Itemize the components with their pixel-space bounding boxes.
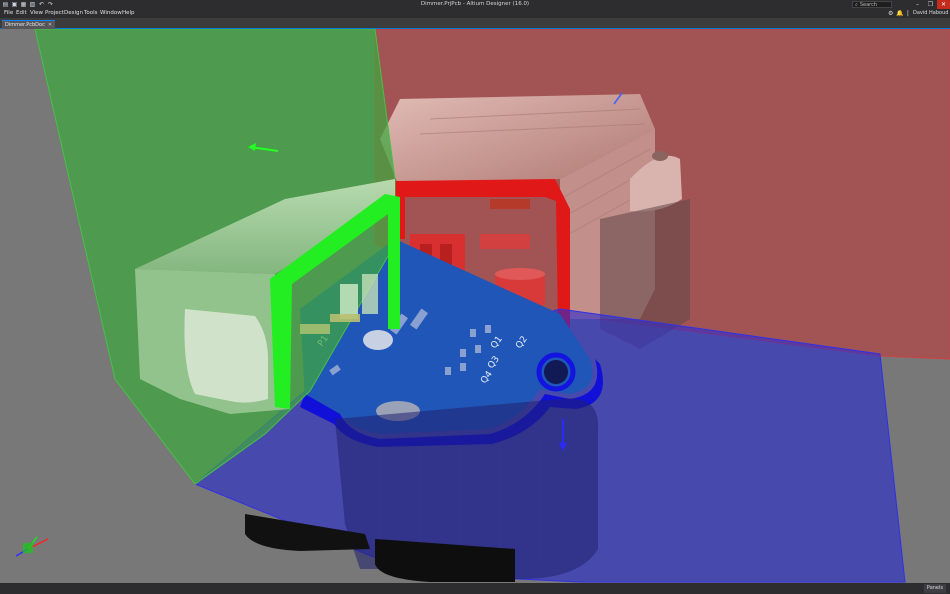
gear-icon[interactable]: ⚙ xyxy=(888,9,893,18)
search-placeholder: Search xyxy=(859,2,877,8)
component-green-3 xyxy=(300,324,330,334)
status-bar: Panels xyxy=(0,583,950,594)
menu-window[interactable]: Window xyxy=(100,9,122,18)
3d-viewport[interactable]: P1 Q1 Q2 Q3 Q4 xyxy=(0,29,950,583)
component-red-4 xyxy=(480,234,530,249)
mounting-hole-right xyxy=(652,151,668,161)
notification-icon[interactable]: 🔔 xyxy=(896,9,903,18)
menu-view[interactable]: View xyxy=(30,9,43,18)
minimize-button[interactable]: – xyxy=(911,0,924,9)
component-green-1 xyxy=(340,284,358,319)
menu-right-icons: ⚙ 🔔 | xyxy=(888,9,909,18)
search-icon: ⌕ xyxy=(855,2,858,8)
component-green-4 xyxy=(330,314,360,322)
maximize-button[interactable]: ❐ xyxy=(924,0,937,9)
menu-project[interactable]: Project xyxy=(45,9,64,18)
search-input[interactable]: ⌕ Search xyxy=(852,1,892,8)
panels-button[interactable]: Panels xyxy=(923,584,946,593)
window-title: Dimmer.PrjPcb - Altium Designer (16.0) xyxy=(420,1,530,7)
title-bar: ▤ ▣ ▦ ▧ ↶ ↷ Dimmer.PrjPcb - Altium Desig… xyxy=(0,0,950,9)
menu-edit[interactable]: Edit xyxy=(16,9,27,18)
document-tab-bar: Dimmer.PcbDoc ✕ xyxy=(0,18,950,29)
usb-connector xyxy=(184,309,268,403)
axis-gizmo-icon xyxy=(15,536,49,557)
component-red-5-top xyxy=(495,268,545,280)
3d-scene: P1 Q1 Q2 Q3 Q4 xyxy=(15,29,950,583)
menu-help[interactable]: Help xyxy=(122,9,135,18)
silkscreen-label-top xyxy=(490,199,530,209)
separator-icon: | xyxy=(906,10,909,17)
close-tab-icon[interactable]: ✕ xyxy=(48,22,52,28)
menu-tools[interactable]: Tools xyxy=(84,9,98,18)
close-button[interactable]: ✕ xyxy=(937,0,950,9)
menu-file[interactable]: File xyxy=(4,9,13,18)
pcb-via-large xyxy=(363,330,393,350)
tab-dimmer-pcbdoc[interactable]: Dimmer.PcbDoc ✕ xyxy=(2,20,56,29)
tab-label: Dimmer.PcbDoc xyxy=(5,22,45,28)
menu-design[interactable]: Design xyxy=(64,9,83,18)
menu-bar: File Edit View Project Design Tools Wind… xyxy=(0,9,950,25)
component-green-2 xyxy=(362,274,378,314)
pcb-hole-right xyxy=(544,360,568,384)
